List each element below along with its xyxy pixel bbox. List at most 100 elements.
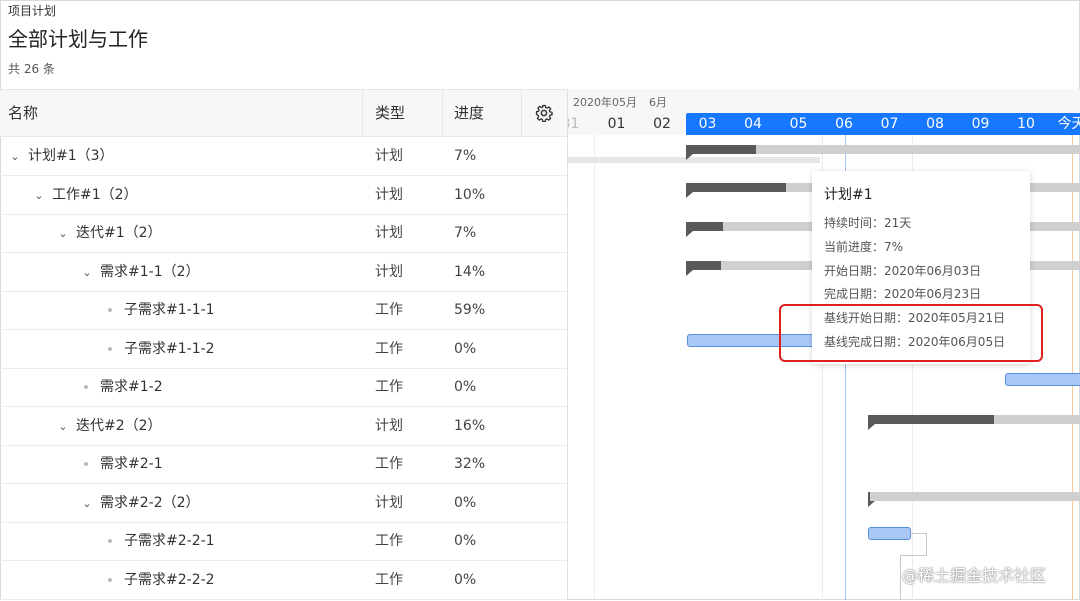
row-name: ⌄ 工作#1（2） bbox=[32, 176, 138, 214]
row-type: 工作 bbox=[375, 571, 403, 588]
row-type: 工作 bbox=[375, 533, 403, 549]
table-row[interactable]: ⌄ 需求#2-2（2） 计划 0% bbox=[0, 484, 567, 523]
day-cell[interactable]: 04 bbox=[731, 114, 776, 135]
row-progress: 0% bbox=[454, 571, 477, 588]
row-name: ⌄ 迭代#2（2） bbox=[56, 407, 162, 445]
timeline-header: 2020年05月 6月 31 01020304050607080910今天 bbox=[568, 89, 1080, 135]
table-row[interactable]: 需求#1-2 工作 0% bbox=[0, 368, 567, 407]
tooltip-progress: 当前进度：7% bbox=[824, 240, 904, 254]
bullet-dot-icon bbox=[84, 385, 88, 389]
table-row[interactable]: 子需求#2-2-1 工作 0% bbox=[0, 522, 567, 561]
row-type: 计划 bbox=[375, 494, 403, 511]
plan-bar[interactable] bbox=[868, 492, 1080, 507]
table-row[interactable]: 子需求#1-1-2 工作 0% bbox=[0, 330, 567, 369]
table-row[interactable]: ⌄ 计划#1（3） 计划 7% bbox=[0, 137, 567, 176]
tooltip-start-date: 开始日期：2020年06月03日 bbox=[824, 264, 982, 278]
column-header-progress[interactable]: 进度 bbox=[454, 90, 484, 136]
work-bar[interactable] bbox=[1005, 373, 1080, 386]
chevron-down-icon[interactable]: ⌄ bbox=[56, 412, 70, 442]
day-cell[interactable]: 01 bbox=[594, 114, 639, 135]
row-progress: 7% bbox=[454, 225, 477, 241]
row-type: 工作 bbox=[375, 340, 403, 357]
chevron-down-icon[interactable]: ⌄ bbox=[80, 258, 94, 288]
bullet-dot-icon bbox=[108, 346, 112, 351]
day-cell[interactable]: 05 bbox=[776, 114, 821, 135]
table-row[interactable]: 子需求#1-1-1 工作 59% bbox=[0, 291, 567, 330]
row-name: ⌄ 迭代#1（2） bbox=[56, 214, 162, 252]
row-name-label: 需求#2-1 bbox=[100, 456, 163, 472]
row-type: 计划 bbox=[375, 417, 403, 434]
chevron-down-icon[interactable]: ⌄ bbox=[80, 489, 94, 519]
row-name: 子需求#1-1-1 bbox=[104, 291, 215, 329]
day-cell[interactable]: 06 bbox=[822, 114, 867, 135]
bullet-dot-icon bbox=[108, 308, 112, 312]
row-name: ⌄ 需求#1-1（2） bbox=[80, 253, 200, 291]
column-divider[interactable] bbox=[521, 90, 522, 136]
row-progress: 0% bbox=[454, 340, 477, 357]
column-header-name[interactable]: 名称 bbox=[8, 90, 38, 136]
row-name-label: 子需求#2-2-2 bbox=[124, 571, 215, 588]
row-progress: 32% bbox=[454, 456, 486, 472]
row-name-label: 计划#1（3） bbox=[28, 148, 114, 164]
day-cell[interactable]: 08 bbox=[913, 114, 958, 135]
tooltip-end-date: 完成日期：2020年06月23日 bbox=[824, 287, 982, 301]
chevron-down-icon[interactable]: ⌄ bbox=[32, 181, 46, 211]
plan-bar[interactable] bbox=[868, 415, 1080, 430]
row-name-label: 工作#1（2） bbox=[52, 186, 138, 203]
grid-line bbox=[594, 135, 595, 600]
row-name-label: 迭代#1（2） bbox=[76, 225, 162, 241]
row-type: 工作 bbox=[375, 302, 403, 318]
day-cell[interactable]: 今天 bbox=[1049, 114, 1080, 135]
row-progress: 0% bbox=[454, 533, 477, 549]
month-label: 2020年05月 bbox=[573, 96, 637, 109]
row-name: 需求#2-1 bbox=[80, 445, 163, 483]
table-row[interactable]: ⌄ 工作#1（2） 计划 10% bbox=[0, 176, 567, 215]
item-count: 共 26 条 bbox=[8, 62, 55, 76]
column-divider[interactable] bbox=[442, 90, 443, 136]
row-progress: 14% bbox=[454, 263, 486, 280]
row-progress: 7% bbox=[454, 148, 477, 164]
breadcrumb[interactable]: 项目计划 bbox=[8, 2, 56, 19]
column-header-type[interactable]: 类型 bbox=[375, 90, 405, 136]
table-row[interactable]: ⌄ 需求#1-1（2） 计划 14% bbox=[0, 253, 567, 292]
column-divider[interactable] bbox=[362, 90, 363, 136]
chevron-down-icon[interactable]: ⌄ bbox=[56, 219, 70, 249]
row-name: 需求#1-2 bbox=[80, 368, 163, 406]
table-header: 名称 类型 进度 bbox=[0, 90, 567, 137]
day-cell[interactable]: 03 bbox=[685, 114, 730, 135]
month-label-june: 6月 bbox=[649, 96, 667, 109]
plan-bar[interactable] bbox=[686, 145, 1080, 160]
day-cell[interactable]: 02 bbox=[640, 114, 685, 135]
work-bar[interactable] bbox=[868, 527, 911, 540]
day-cell[interactable]: 09 bbox=[958, 114, 1003, 135]
tooltip-duration: 持续时间：21天 bbox=[824, 216, 912, 230]
row-progress: 16% bbox=[454, 417, 486, 434]
row-name: 子需求#1-1-2 bbox=[104, 330, 215, 368]
row-name: ⌄ 计划#1（3） bbox=[8, 137, 114, 175]
row-name-label: 需求#1-1（2） bbox=[100, 263, 200, 280]
bullet-dot-icon bbox=[108, 577, 112, 582]
gear-icon[interactable] bbox=[535, 104, 553, 122]
row-name-label: 迭代#2（2） bbox=[76, 417, 162, 434]
row-name-label: 子需求#1-1-1 bbox=[124, 302, 215, 318]
row-type: 计划 bbox=[375, 263, 403, 280]
row-type: 计划 bbox=[375, 186, 403, 203]
dependency-connector bbox=[910, 533, 927, 556]
table-row[interactable]: ⌄ 迭代#1（2） 计划 7% bbox=[0, 214, 567, 253]
baseline-bar bbox=[568, 157, 820, 163]
row-type: 计划 bbox=[375, 148, 403, 164]
row-name: 子需求#2-2-2 bbox=[104, 561, 215, 599]
table-row[interactable]: 子需求#2-2-2 工作 0% bbox=[0, 561, 567, 600]
row-type: 工作 bbox=[375, 379, 403, 395]
row-type: 计划 bbox=[375, 225, 403, 241]
watermark: @稀土掘金技术社区 bbox=[902, 566, 1047, 585]
table-row[interactable]: 需求#2-1 工作 32% bbox=[0, 445, 567, 484]
table-row[interactable]: ⌄ 迭代#2（2） 计划 16% bbox=[0, 407, 567, 446]
day-cell[interactable]: 07 bbox=[867, 114, 912, 135]
baseline-highlight-box bbox=[779, 304, 1043, 362]
row-progress: 59% bbox=[454, 302, 486, 318]
row-progress: 0% bbox=[454, 494, 477, 511]
bullet-dot-icon bbox=[84, 462, 88, 466]
day-cell[interactable]: 10 bbox=[1004, 114, 1049, 135]
chevron-down-icon[interactable]: ⌄ bbox=[8, 142, 22, 172]
